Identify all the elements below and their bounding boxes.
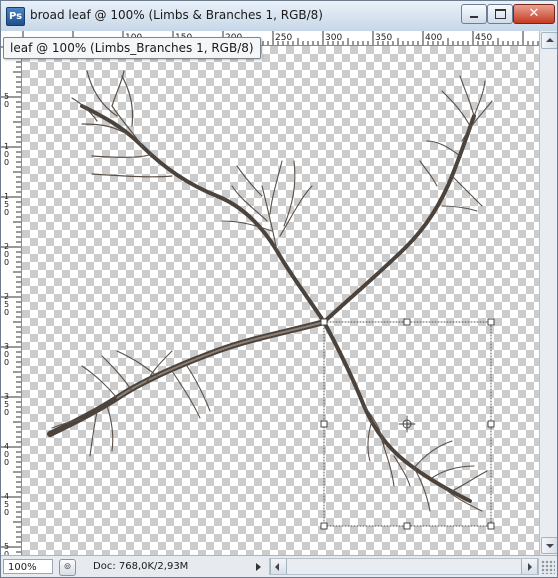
transform-handle-top-right[interactable] (487, 318, 495, 326)
ruler-left-label: 400 (4, 442, 9, 467)
vertical-scrollbar[interactable] (539, 31, 557, 555)
transform-handle-bottom-middle[interactable] (403, 522, 411, 530)
ruler-left-label: 100 (4, 142, 9, 167)
document-canvas[interactable] (22, 46, 539, 555)
close-button[interactable]: ✕ (513, 4, 555, 24)
title-bar[interactable]: Ps broad leaf @ 100% (Limbs & Branches 1… (1, 1, 557, 32)
document-size-info: Doc: 768,0K/2,93M (93, 561, 189, 572)
ruler-left-label: 200 (4, 242, 9, 267)
scroll-left-button[interactable] (270, 559, 287, 574)
trunk-left-limb-highlight (116, 321, 325, 399)
ruler-left-label: 150 (4, 192, 9, 217)
horizontal-scrollbar[interactable] (269, 558, 539, 575)
ruler-top-label: 250 (275, 33, 292, 43)
close-icon: ✕ (528, 6, 540, 21)
document-title-tooltip: leaf @ 100% (Limbs_Branches 1, RGB/8) (3, 37, 261, 59)
status-options-icon[interactable]: ⊚ (59, 559, 76, 576)
transform-handle-top-left[interactable] (320, 318, 328, 326)
maximize-button[interactable] (487, 4, 513, 24)
vertical-ruler-ticks: 50 100 150 200 250 300 350 400 450 500 (1, 46, 21, 555)
transform-handle-bottom-left[interactable] (320, 522, 328, 530)
minimize-button[interactable] (461, 4, 487, 24)
maximize-icon (488, 5, 512, 23)
trunk-down-right-limb (322, 320, 472, 503)
scroll-down-button[interactable] (541, 537, 557, 554)
scroll-up-button[interactable] (541, 32, 557, 49)
window-title: broad leaf @ 100% (Limbs & Branches 1, R… (30, 8, 323, 22)
ruler-left-label: 500 (4, 542, 9, 555)
transform-handle-top-middle[interactable] (403, 318, 411, 326)
transform-center-pivot[interactable] (398, 415, 416, 433)
minimize-icon (462, 5, 486, 23)
transform-handle-middle-left[interactable] (320, 420, 328, 428)
status-bar: 100% ⊚ Doc: 768,0K/2,93M (1, 555, 557, 577)
ruler-left-label: 50 (4, 92, 9, 109)
ruler-top-label: 400 (425, 33, 442, 43)
trunk-up-right-limb (322, 114, 476, 324)
zoom-level-field[interactable]: 100% (3, 559, 53, 574)
ruler-top-label: 350 (375, 33, 392, 43)
ruler-top-label: 450 (475, 33, 492, 43)
document-window: Ps broad leaf @ 100% (Limbs & Branches 1… (0, 0, 558, 578)
trunk-left-limb (47, 319, 327, 437)
ruler-left-label: 300 (4, 342, 9, 367)
ruler-left-label: 450 (4, 492, 9, 517)
transform-handle-middle-right[interactable] (487, 420, 495, 428)
branch-artwork (47, 70, 495, 530)
resize-grip-icon[interactable] (541, 560, 555, 574)
ruler-left-label: 350 (4, 392, 9, 417)
trunk-up-left-limb (80, 104, 326, 324)
photoshop-doc-icon[interactable]: Ps (6, 7, 25, 26)
transform-handle-bottom-right[interactable] (487, 522, 495, 530)
status-menu-arrow-icon[interactable] (253, 560, 265, 573)
scroll-right-button[interactable] (521, 559, 538, 574)
ruler-top-label: 300 (325, 33, 342, 43)
vertical-ruler[interactable]: 50 100 150 200 250 300 350 400 450 500 (1, 45, 22, 555)
ruler-left-label: 250 (4, 292, 9, 317)
